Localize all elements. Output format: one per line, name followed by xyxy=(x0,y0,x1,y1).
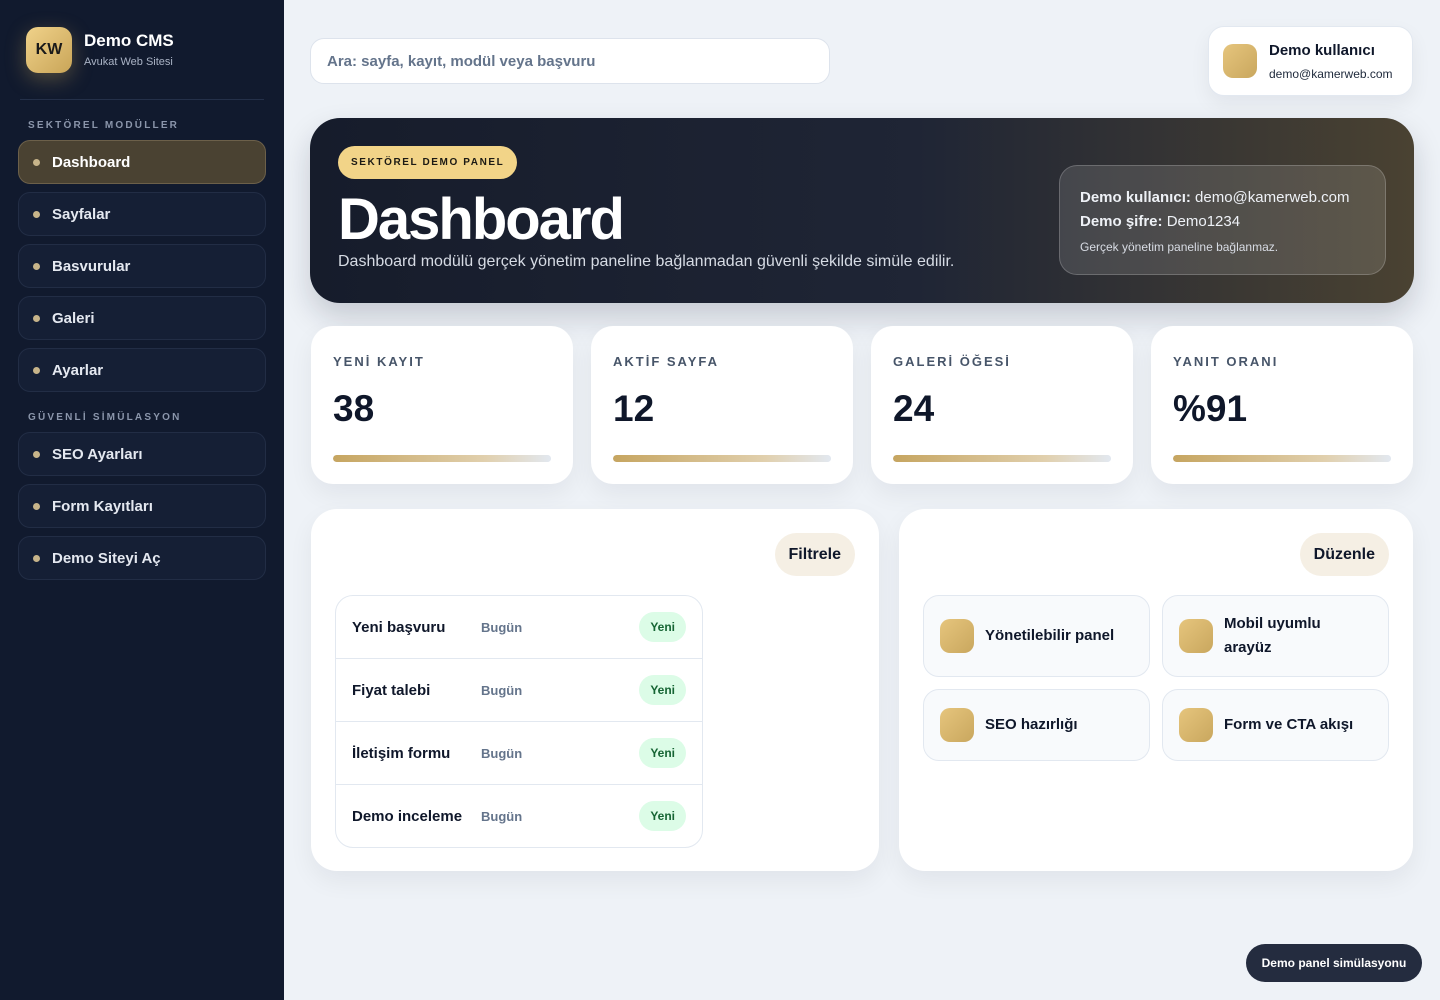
sidebar-item-basvurular[interactable]: Basvurular xyxy=(18,244,266,288)
table-row[interactable]: İletişim formu Bugün Yeni xyxy=(336,722,702,785)
sidebar-item-seo-ayarlari[interactable]: SEO Ayarları xyxy=(18,432,266,476)
avatar xyxy=(1223,44,1257,78)
feature-label: Form ve CTA akışı xyxy=(1224,716,1354,733)
feature-card[interactable]: Yönetilebilir panel xyxy=(923,595,1150,677)
feature-card[interactable]: SEO hazırlığı xyxy=(923,689,1150,761)
hero-badge: SEKTÖREL DEMO PANEL xyxy=(338,146,518,179)
sidebar-item-label: Demo Siteyi Aç xyxy=(52,549,161,567)
brand-logo: KW xyxy=(26,26,72,73)
feature-card[interactable]: Mobil uyumlu arayüz xyxy=(1162,595,1389,677)
stat-label: YANIT ORANI xyxy=(1173,354,1279,369)
stat-value: 12 xyxy=(613,388,655,429)
hero-description: Dashboard modülü gerçek yönetim paneline… xyxy=(338,253,955,270)
cred-pass-label: Demo şifre: xyxy=(1080,213,1163,230)
bullet-icon xyxy=(33,314,40,322)
bullet-icon xyxy=(33,554,40,562)
sidebar-item-label: Form Kayıtları xyxy=(52,497,153,515)
row-title: Demo inceleme xyxy=(352,807,463,825)
stat-card-gallery-items: GALERİ ÖĞESİ 24 xyxy=(871,326,1133,484)
feature-label: Yönetilebilir panel xyxy=(985,627,1115,644)
sidebar: KW Demo CMS Avukat Web Sitesi SEKTÖREL M… xyxy=(0,0,284,1000)
sidebar-item-label: Sayfalar xyxy=(52,205,111,223)
table-row[interactable]: Fiyat talebi Bugün Yeni xyxy=(336,659,702,722)
stat-card-active-pages: AKTİF SAYFA 12 xyxy=(591,326,853,484)
stat-progress-bar xyxy=(333,455,551,462)
bullet-icon xyxy=(33,450,40,458)
row-date: Bugün xyxy=(481,619,523,635)
records-list: Yeni başvuru Bugün Yeni Fiyat talebi Bug… xyxy=(335,595,703,848)
bullet-icon xyxy=(33,502,40,510)
feature-icon xyxy=(1179,708,1213,742)
sidebar-item-label: Galeri xyxy=(52,309,95,327)
row-date: Bugün xyxy=(481,745,523,761)
sidebar-item-sayfalar[interactable]: Sayfalar xyxy=(18,192,266,236)
sidebar-item-label: Ayarlar xyxy=(52,361,104,379)
features-panel: Düzenle Yönetilebilir panel Mobil uyumlu… xyxy=(899,509,1413,871)
hero-banner: SEKTÖREL DEMO PANEL Dashboard Dashboard … xyxy=(310,118,1414,303)
user-email: demo@kamerweb.com xyxy=(1269,66,1393,81)
stat-card-new-records: YENİ KAYIT 38 xyxy=(311,326,573,484)
cred-note: Gerçek yönetim paneline bağlanmaz. xyxy=(1080,240,1279,254)
user-name: Demo kullanıcı xyxy=(1269,41,1375,59)
bullet-icon xyxy=(33,158,40,166)
stat-value: %91 xyxy=(1173,388,1248,429)
page-title: Dashboard xyxy=(338,187,625,252)
sidebar-item-form-kayitlari[interactable]: Form Kayıtları xyxy=(18,484,266,528)
feature-icon xyxy=(940,708,974,742)
status-badge: Yeni xyxy=(639,675,686,705)
bullet-icon xyxy=(33,366,40,374)
feature-label: Mobil uyumlu arayüz xyxy=(1224,615,1321,656)
table-row[interactable]: Demo inceleme Bugün Yeni xyxy=(336,785,702,847)
table-row[interactable]: Yeni başvuru Bugün Yeni xyxy=(336,596,702,659)
section-title-modules: SEKTÖREL MODÜLLER xyxy=(28,120,180,131)
feature-card[interactable]: Form ve CTA akışı xyxy=(1162,689,1389,761)
section-title-simulation: GÜVENLİ SİMÜLASYON xyxy=(28,412,182,423)
stat-card-response-rate: YANIT ORANI %91 xyxy=(1151,326,1413,484)
sidebar-item-ayarlar[interactable]: Ayarlar xyxy=(18,348,266,392)
cred-user-label: Demo kullanıcı: xyxy=(1080,189,1191,206)
records-panel: Filtrele Yeni başvuru Bugün Yeni Fiyat t… xyxy=(311,509,879,871)
cred-user-value: demo@kamerweb.com xyxy=(1195,189,1350,206)
feature-icon xyxy=(940,619,974,653)
bullet-icon xyxy=(33,262,40,270)
feature-icon xyxy=(1179,619,1213,653)
status-badge: Yeni xyxy=(639,801,686,831)
sidebar-item-label: Dashboard xyxy=(52,153,131,171)
filter-button[interactable]: Filtrele xyxy=(774,533,855,576)
sidebar-item-demo-siteyi-ac[interactable]: Demo Siteyi Aç xyxy=(18,536,266,580)
brand[interactable]: KW Demo CMS Avukat Web Sitesi xyxy=(20,0,264,100)
sidebar-item-dashboard[interactable]: Dashboard xyxy=(18,140,266,184)
stat-value: 24 xyxy=(893,388,935,429)
stat-progress-bar xyxy=(613,455,831,462)
row-title: Fiyat talebi xyxy=(352,681,431,699)
row-date: Bugün xyxy=(481,808,523,824)
row-title: İletişim formu xyxy=(352,744,451,762)
stat-label: GALERİ ÖĞESİ xyxy=(893,354,1011,369)
search-input[interactable] xyxy=(327,52,813,70)
feature-label: SEO hazırlığı xyxy=(985,716,1078,733)
stat-progress-bar xyxy=(893,455,1111,462)
brand-subtitle: Avukat Web Sitesi xyxy=(84,56,173,68)
bullet-icon xyxy=(33,210,40,218)
sidebar-item-galeri[interactable]: Galeri xyxy=(18,296,266,340)
status-badge: Yeni xyxy=(639,612,686,642)
user-card[interactable]: Demo kullanıcı demo@kamerweb.com xyxy=(1208,26,1413,96)
sidebar-item-label: Basvurular xyxy=(52,257,131,275)
demo-credentials: Demo kullanıcı: demo@kamerweb.com Demo ş… xyxy=(1059,165,1386,275)
stat-label: YENİ KAYIT xyxy=(333,354,425,369)
stat-value: 38 xyxy=(333,388,375,429)
sidebar-item-label: SEO Ayarları xyxy=(52,445,143,463)
stat-label: AKTİF SAYFA xyxy=(613,354,720,369)
edit-button[interactable]: Düzenle xyxy=(1299,533,1389,576)
demo-simulation-badge: Demo panel simülasyonu xyxy=(1246,944,1422,982)
status-badge: Yeni xyxy=(639,738,686,768)
cred-pass-value: Demo1234 xyxy=(1166,213,1241,230)
stat-progress-bar xyxy=(1173,455,1391,462)
row-date: Bugün xyxy=(481,682,523,698)
brand-name: Demo CMS xyxy=(84,31,174,50)
search-bar[interactable] xyxy=(310,38,830,84)
row-title: Yeni başvuru xyxy=(352,618,446,636)
